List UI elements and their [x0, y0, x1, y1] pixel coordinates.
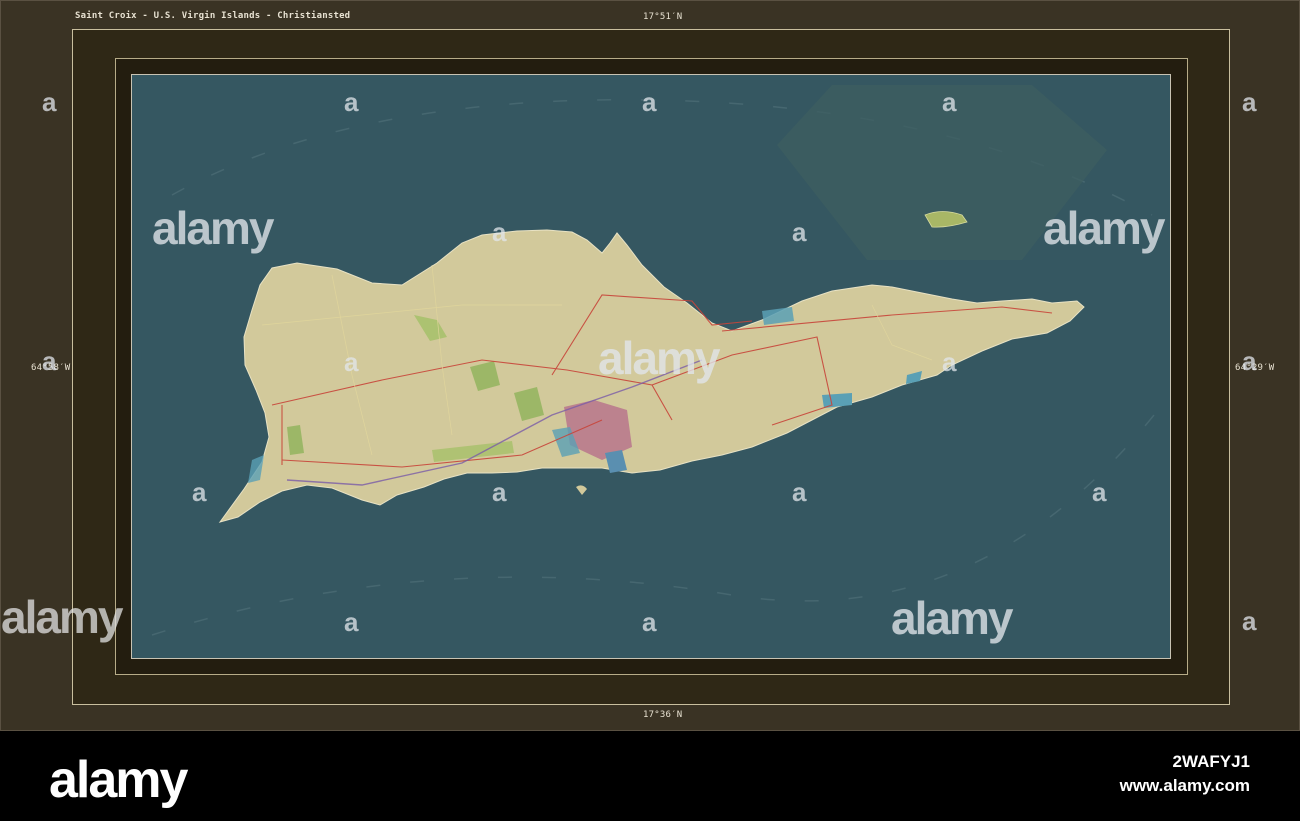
watermark-a: a: [192, 477, 207, 507]
watermark-a: a: [642, 607, 657, 637]
watermark-a: a: [344, 607, 359, 637]
watermark-a: a: [1092, 477, 1107, 507]
map-title: Saint Croix - U.S. Virgin Islands - Chri…: [75, 11, 351, 21]
watermark-alamy: alamy: [598, 332, 720, 384]
latitude-top-label: 17°51′N: [643, 12, 683, 22]
map-frame: Saint Croix - U.S. Virgin Islands - Chri…: [0, 0, 1300, 731]
watermark-a: a: [42, 87, 57, 117]
watermark-alamy: alamy: [1043, 202, 1165, 254]
latitude-bottom-label: 17°36′N: [643, 710, 683, 720]
watermark-a: a: [1242, 606, 1257, 636]
watermark-a: a: [42, 346, 57, 376]
alamy-logo: alamy: [49, 751, 188, 809]
watermark-a: a: [492, 477, 507, 507]
watermark-alamy: alamy: [152, 202, 274, 254]
watermark-a: a: [344, 347, 359, 377]
watermark-a: a: [792, 217, 807, 247]
site-url[interactable]: www.alamy.com: [1120, 776, 1250, 796]
watermark-a: a: [642, 87, 657, 117]
footer-bar: [0, 731, 1300, 821]
watermark-a: a: [792, 477, 807, 507]
watermark-alamy: alamy: [891, 592, 1013, 644]
image-id: 2WAFYJ1: [1172, 752, 1250, 771]
watermark-a: a: [1242, 87, 1257, 117]
watermark-a: a: [492, 217, 507, 247]
watermark-a: a: [942, 347, 957, 377]
watermark-a: a: [942, 87, 957, 117]
watermark-alamy: alamy: [1, 591, 123, 643]
watermark-a: a: [1242, 346, 1257, 376]
map-canvas[interactable]: alamy alamy alamy alamy a a a a a a a a …: [131, 74, 1171, 659]
watermark-a: a: [344, 87, 359, 117]
